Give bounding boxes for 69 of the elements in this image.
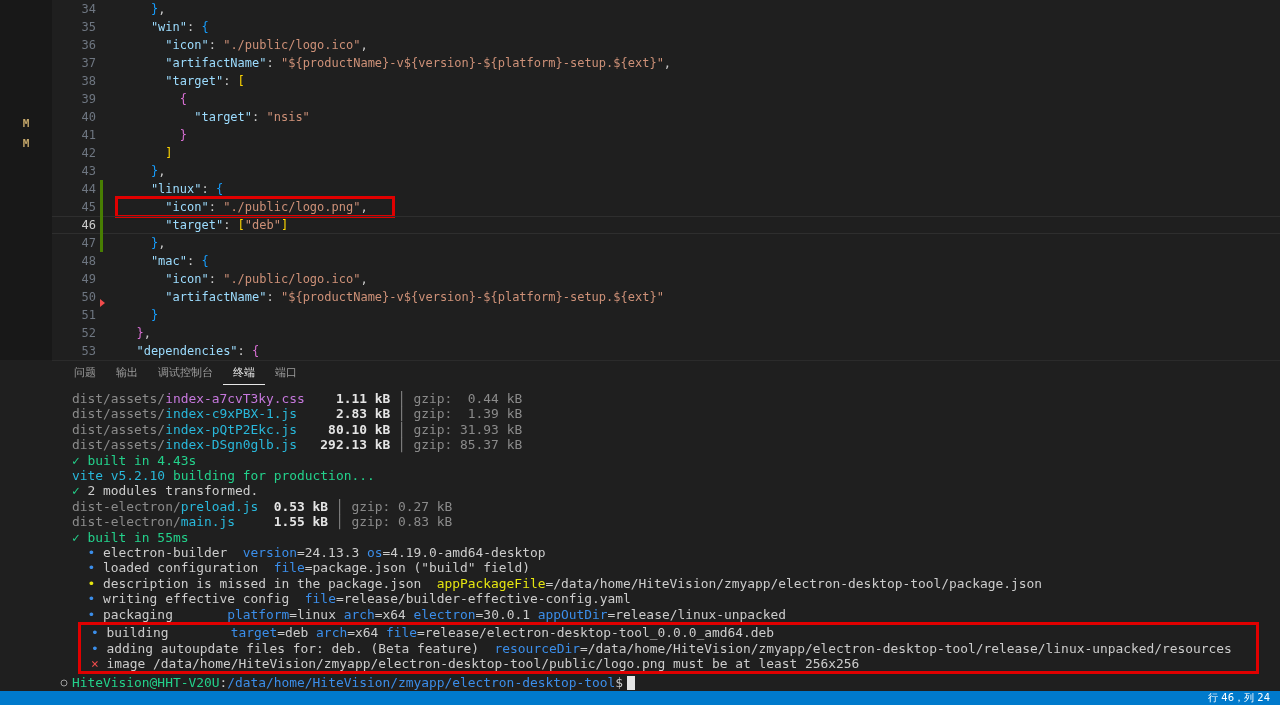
terminal-line: • writing effective config file=release/builder-effective-config.yaml bbox=[86, 591, 632, 607]
line-number: 48 bbox=[80, 254, 96, 268]
code-line: "target": "nsis" bbox=[193, 109, 310, 125]
line-number: 45 bbox=[80, 200, 96, 214]
terminal-line: dist/assets/index-DSgn0glb.js 292.13 kB │ gzip: 85.37 kB bbox=[72, 437, 524, 453]
terminal-line: • description is missed in the package.json appPackageFile=/data/home/HiteVision/zmyapp/electron-desktop-tool/package.json bbox=[86, 575, 1044, 592]
terminal-line: dist-electron/preload.js 0.53 kB │ gzip: 0.27 kB bbox=[72, 498, 454, 515]
line-number: 52 bbox=[80, 326, 96, 340]
code-line: "icon": "./public/logo.ico", bbox=[164, 37, 368, 53]
circle-icon bbox=[60, 679, 68, 687]
panel-tab[interactable]: 输出 bbox=[106, 361, 148, 385]
terminal-line: dist/assets/index-c9xPBX-1.js 2.83 kB │ gzip: 1.39 kB bbox=[72, 406, 524, 422]
highlighted-code-line: "icon": "./public/logo.png", bbox=[118, 199, 392, 215]
panel-tab[interactable]: 问题 bbox=[64, 361, 106, 385]
line-number: 38 bbox=[80, 74, 96, 88]
terminal-cursor bbox=[627, 676, 636, 690]
modified-marker: M bbox=[22, 116, 30, 132]
panel-tab[interactable]: 终端 bbox=[223, 361, 265, 385]
terminal-line: • loaded configuration file=package.json ("build" field) bbox=[86, 560, 531, 576]
code-line: "dependencies": { bbox=[135, 343, 260, 359]
line-number: 42 bbox=[80, 146, 96, 160]
code-line: }, bbox=[149, 163, 166, 179]
line-number: 51 bbox=[80, 308, 96, 322]
line-number: 37 bbox=[80, 56, 96, 70]
terminal-line: dist/assets/index-pQtP2Ekc.js 80.10 kB │ gzip: 31.93 kB bbox=[72, 421, 524, 438]
code-line: { bbox=[178, 91, 188, 107]
line-number: 50 bbox=[80, 290, 96, 304]
code-line: } bbox=[149, 307, 159, 323]
code-line: }, bbox=[135, 325, 151, 341]
terminal-line: vite v5.2.10 building for production... bbox=[72, 468, 376, 484]
terminal-line: dist/assets/index-a7cvT3ky.css 1.11 kB │ gzip: 0.44 kB bbox=[72, 391, 524, 407]
terminal-line: • packaging platform=linux arch=x64 electron=30.0.1 appOutDir=release/linux-unpacked bbox=[86, 606, 788, 623]
line-number: 35 bbox=[80, 20, 96, 34]
code-line: ] bbox=[164, 145, 173, 161]
panel-tab[interactable]: 调试控制台 bbox=[148, 361, 223, 385]
terminal-line: • building target=deb arch=x64 file=release/electron-desktop-tool_0.0.0_amd64.deb bbox=[91, 625, 775, 641]
code-line: "target": [ bbox=[164, 73, 245, 89]
code-line: }, bbox=[149, 235, 166, 251]
terminal-line: ⨯ image /data/home/HiteVision/zmyapp/electron-desktop-tool/public/logo.png must be at least 256x256 bbox=[91, 655, 860, 672]
code-line: "artifactName": "${productName}-v${version}-${platform}-setup.${ext}" bbox=[164, 289, 664, 305]
terminal-line: • adding autoupdate files for: deb. (Beta feature) resourceDir=/data/home/HiteVision/zmyapp/electron-desktop-tool/release/linux-unpacked/resources bbox=[91, 640, 1232, 656]
line-number: 43 bbox=[80, 164, 96, 178]
cursor-position[interactable]: 行 46，列 24 bbox=[1208, 692, 1270, 704]
terminal-line: ✓ built in 55ms bbox=[72, 529, 190, 546]
code-line: "target": ["deb"] bbox=[164, 217, 289, 233]
line-number: 49 bbox=[80, 272, 96, 286]
code-line: "win": { bbox=[149, 19, 209, 35]
code-line: "artifactName": "${productName}-v${version}-${platform}-setup.${ext}", bbox=[164, 55, 672, 71]
line-number: 39 bbox=[80, 92, 96, 106]
modified-marker: M bbox=[22, 136, 30, 152]
line-number: 47 bbox=[80, 236, 96, 250]
terminal-line: • electron-builder version=24.13.3 os=4.19.0-amd64-desktop bbox=[86, 545, 547, 561]
terminal-line: dist-electron/main.js 1.55 kB │ gzip: 0.83 kB bbox=[72, 514, 454, 530]
code-line: "mac": { bbox=[149, 253, 209, 269]
panel-tab[interactable]: 端口 bbox=[265, 361, 307, 385]
terminal-prompt: HiteVision@HHT-V20U:/data/home/HiteVision/zmyapp/electron-desktop-tool$ bbox=[72, 675, 624, 691]
line-number: 53 bbox=[80, 344, 96, 358]
line-number: 46 bbox=[80, 218, 96, 232]
code-line: "icon": "./public/logo.ico", bbox=[164, 271, 368, 287]
code-line: }, bbox=[149, 1, 166, 17]
terminal-line: ✓ 2 modules transformed. bbox=[72, 483, 260, 499]
line-number: 41 bbox=[80, 128, 96, 142]
code-line: } bbox=[178, 127, 188, 143]
line-number: 40 bbox=[80, 110, 96, 124]
line-number: 34 bbox=[80, 2, 96, 16]
terminal-line: ✓ built in 4.43s bbox=[72, 452, 198, 469]
line-number: 44 bbox=[80, 182, 96, 196]
code-line: "linux": { bbox=[149, 181, 224, 197]
line-number: 36 bbox=[80, 38, 96, 52]
